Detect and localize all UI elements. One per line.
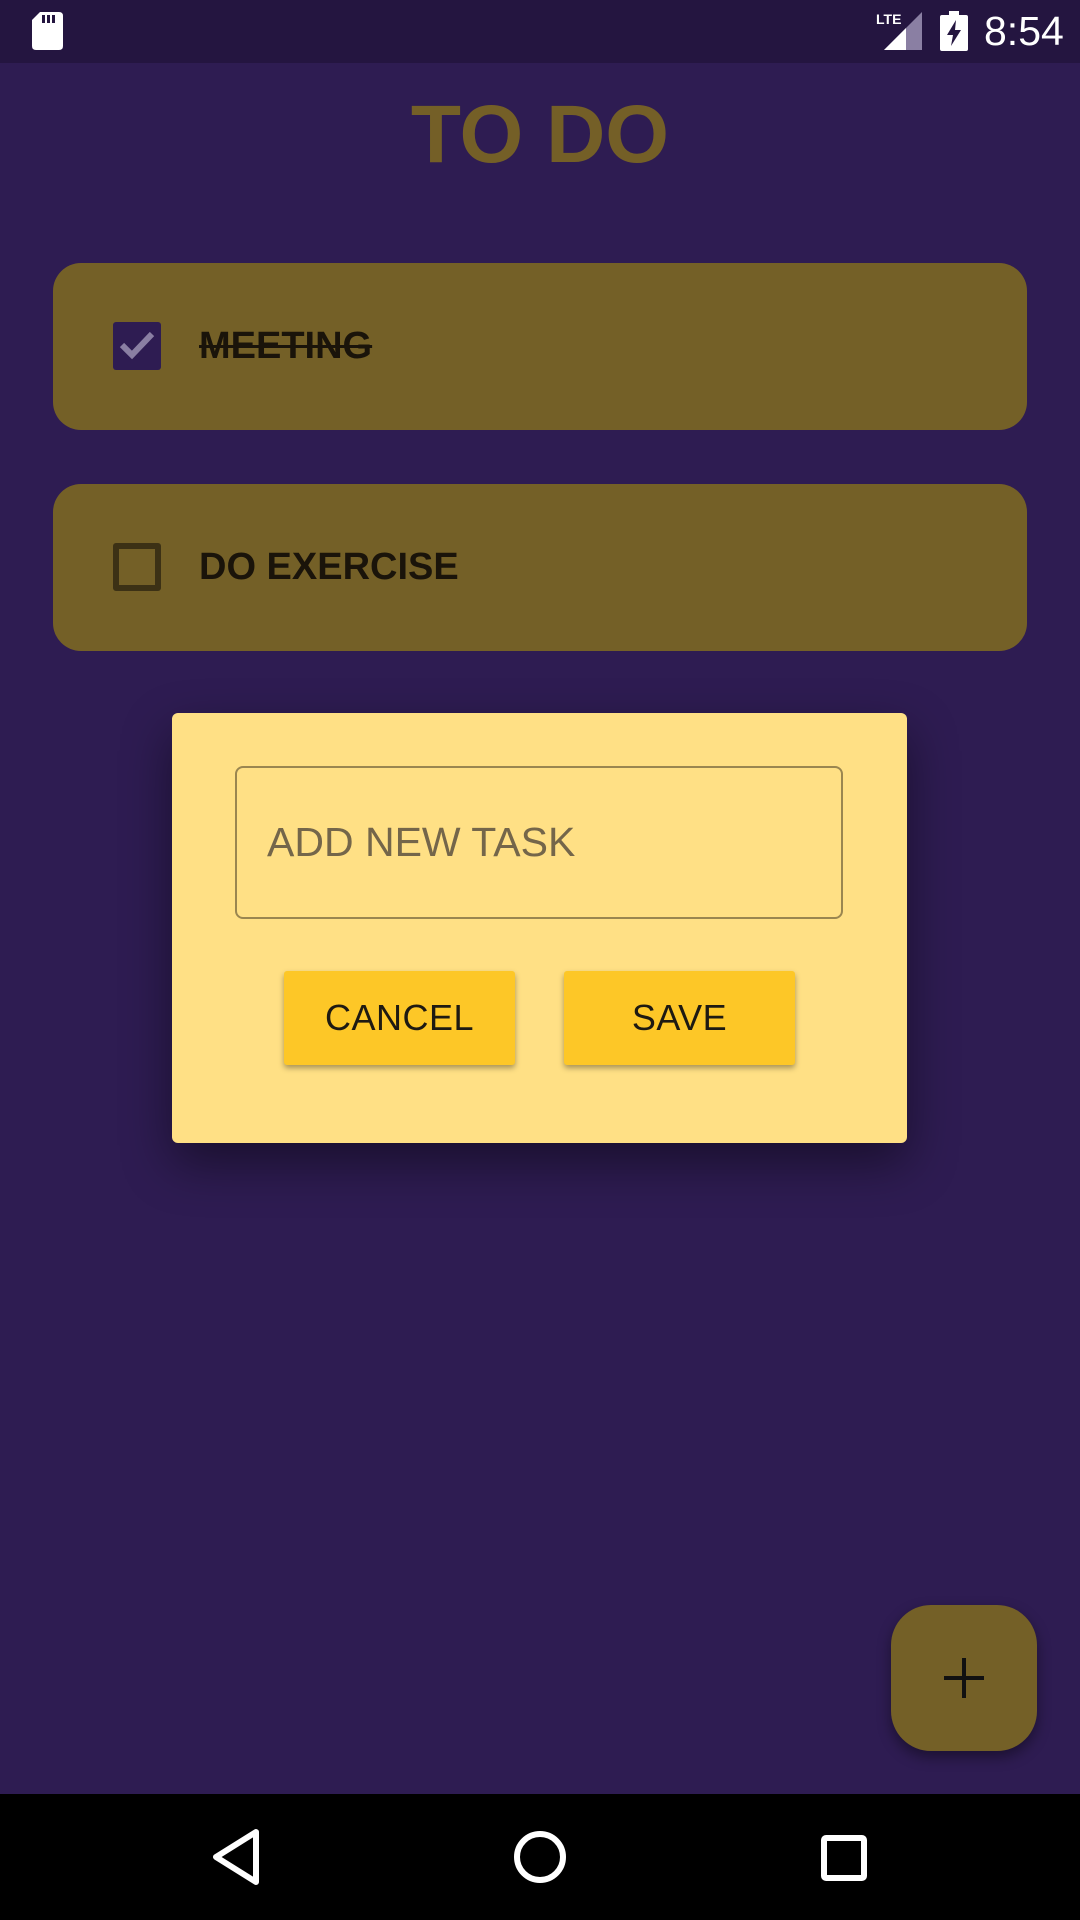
- checkmark-icon: [119, 331, 155, 360]
- add-task-dialog: CANCEL SAVE: [172, 713, 907, 1143]
- task-label: MEETING: [199, 325, 373, 367]
- save-button[interactable]: SAVE: [564, 971, 795, 1065]
- task-label: DO EXERCISE: [199, 546, 459, 588]
- sd-card-icon: [32, 12, 63, 50]
- add-task-fab[interactable]: [891, 1605, 1037, 1751]
- lte-signal-icon: LTE: [876, 11, 922, 50]
- home-icon[interactable]: [505, 1822, 575, 1892]
- task-checkbox-unchecked[interactable]: [113, 543, 161, 591]
- status-bar: LTE 8:54: [0, 0, 1080, 63]
- task-card[interactable]: MEETING: [53, 263, 1027, 430]
- new-task-input[interactable]: [235, 766, 843, 919]
- cancel-button[interactable]: CANCEL: [284, 971, 515, 1065]
- task-checkbox-checked[interactable]: [113, 322, 161, 370]
- recents-icon[interactable]: [808, 1822, 878, 1892]
- back-icon[interactable]: [202, 1822, 272, 1892]
- lte-text: LTE: [876, 11, 901, 27]
- screen: LTE 8:54 TO DO MEETING DO EXERCISE CANCE…: [0, 0, 1080, 1920]
- page-title: TO DO: [410, 89, 670, 180]
- task-card[interactable]: DO EXERCISE: [53, 484, 1027, 651]
- battery-charging-icon: [940, 11, 968, 51]
- status-clock: 8:54: [984, 8, 1064, 54]
- navigation-bar: [0, 1794, 1080, 1920]
- plus-icon: [944, 1658, 984, 1698]
